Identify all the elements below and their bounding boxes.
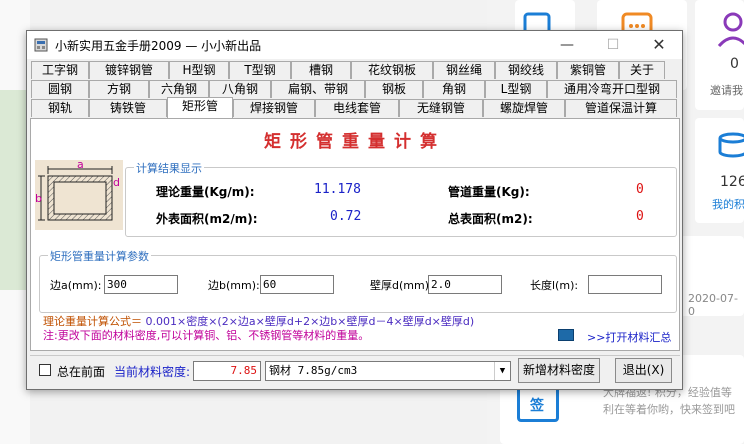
tab-flat-steel[interactable]: 扁钢、带钢 bbox=[271, 80, 365, 98]
tab-insulation-calc[interactable]: 管道保温计算 bbox=[565, 99, 677, 117]
window-title: 小新实用五金手册2009 — 小小新出品 bbox=[55, 39, 262, 53]
length-input[interactable] bbox=[588, 275, 662, 294]
side-a-input[interactable]: 300 bbox=[104, 275, 178, 294]
density-note: 注:更改下面的材料密度,可以计算铜、铝、不锈钢管等材料的重量。 bbox=[43, 329, 370, 342]
tab-octagon-steel[interactable]: 八角钢 bbox=[209, 80, 271, 98]
page-title: 矩形管重量计算 bbox=[264, 132, 446, 152]
side-a-label: 边a(mm): bbox=[50, 279, 102, 292]
tab-t-steel[interactable]: T型钢 bbox=[229, 61, 291, 79]
tab-hex-steel[interactable]: 六角钢 bbox=[149, 80, 209, 98]
exit-button[interactable]: 退出(X) bbox=[615, 358, 672, 383]
background-invite-label: 邀请我 bbox=[710, 84, 743, 97]
results-legend: 计算结果显示 bbox=[134, 160, 204, 176]
material-select-value: 钢材 7.85g/cm3 bbox=[269, 364, 358, 377]
tab-checker-plate[interactable]: 花纹钢板 bbox=[351, 61, 433, 79]
wall-thickness-input[interactable]: 2.0 bbox=[428, 275, 502, 294]
side-b-input[interactable]: 60 bbox=[260, 275, 334, 294]
tab-cold-formed-steel[interactable]: 通用冷弯开口型钢 bbox=[547, 80, 677, 98]
content-panel: 矩形管重量计算 a b d 计算结果显示 理论重量(Kg/m): 11.178 … bbox=[30, 119, 680, 351]
calculator-icon[interactable] bbox=[558, 329, 574, 341]
title-bar[interactable]: 小新实用五金手册2009 — 小小新出品 — ☐ ✕ bbox=[27, 31, 682, 59]
tab-conduit[interactable]: 电线套管 bbox=[315, 99, 399, 117]
results-group: 计算结果显示 理论重量(Kg/m): 11.178 外表面积(m2/m): 0.… bbox=[125, 160, 677, 237]
diagram-label-a: a bbox=[77, 160, 84, 171]
total-area-value: 0 bbox=[636, 209, 644, 224]
params-group: 矩形管重量计算参数 边a(mm): 300 边b(mm): 60 壁厚d(mm)… bbox=[39, 248, 677, 313]
tab-angle-steel[interactable]: 角钢 bbox=[423, 80, 485, 98]
outer-area-value: 0.72 bbox=[330, 209, 362, 224]
total-area-label: 总表面积(m2): bbox=[448, 212, 533, 226]
tab-strand[interactable]: 钢绞线 bbox=[495, 61, 557, 79]
minimize-button[interactable]: — bbox=[544, 31, 590, 59]
tab-rectangular-tube[interactable]: 矩形管 bbox=[167, 97, 233, 118]
user-icon bbox=[717, 12, 744, 48]
tab-l-steel[interactable]: L型钢 bbox=[485, 80, 547, 98]
tab-round-steel[interactable]: 圆钢 bbox=[31, 80, 89, 98]
tab-about[interactable]: 关于 bbox=[619, 61, 665, 79]
density-label: 当前材料密度: bbox=[114, 365, 191, 379]
chevron-down-icon[interactable]: ▼ bbox=[494, 362, 510, 380]
bottom-bar: 总在前面 当前材料密度: 7.85 钢材 7.85g/cm3 ▼ 新增材料密度 … bbox=[30, 355, 680, 385]
close-button[interactable]: ✕ bbox=[636, 31, 682, 59]
tab-rail[interactable]: 钢轨 bbox=[31, 99, 89, 117]
material-select[interactable]: 钢材 7.85g/cm3 ▼ bbox=[265, 361, 511, 381]
diagram-label-b: b bbox=[35, 192, 42, 205]
tab-spiral-pipe[interactable]: 螺旋焊管 bbox=[483, 99, 565, 117]
tab-channel-steel[interactable]: 槽钢 bbox=[291, 61, 351, 79]
density-input[interactable]: 7.85 bbox=[193, 361, 261, 381]
diagram-label-d: d bbox=[113, 176, 120, 189]
database-icon bbox=[718, 132, 744, 158]
tab-square-steel[interactable]: 方钢 bbox=[89, 80, 149, 98]
always-on-top-checkbox[interactable] bbox=[39, 364, 51, 376]
background-count: 0 bbox=[730, 56, 739, 72]
theoretical-weight-label: 理论重量(Kg/m): bbox=[156, 185, 255, 199]
always-on-top-label[interactable]: 总在前面 bbox=[57, 363, 105, 380]
add-density-button[interactable]: 新增材料密度 bbox=[518, 358, 600, 383]
open-summary-link[interactable]: >>打开材料汇总 bbox=[587, 329, 671, 345]
background-number: 126 bbox=[720, 174, 744, 190]
side-b-label: 边b(mm): bbox=[208, 279, 260, 292]
checkin-icon: 签 bbox=[517, 386, 559, 422]
tab-seamless-pipe[interactable]: 无缝钢管 bbox=[399, 99, 483, 117]
tab-welded-pipe[interactable]: 焊接钢管 bbox=[233, 99, 315, 117]
tab-wire-rope[interactable]: 钢丝绳 bbox=[433, 61, 495, 79]
outer-area-label: 外表面积(m2/m): bbox=[156, 212, 258, 226]
tab-i-beam[interactable]: 工字钢 bbox=[31, 61, 89, 79]
length-label: 长度l(m): bbox=[530, 279, 579, 292]
params-legend: 矩形管重量计算参数 bbox=[48, 248, 151, 264]
app-window: 小新实用五金手册2009 — 小小新出品 — ☐ ✕ 工字钢 镀锌钢管 H型钢 … bbox=[26, 30, 683, 390]
pipe-weight-value: 0 bbox=[636, 182, 644, 197]
pipe-weight-label: 管道重量(Kg): bbox=[448, 185, 530, 199]
tab-h-beam[interactable]: H型钢 bbox=[169, 61, 229, 79]
theoretical-weight-value: 11.178 bbox=[314, 182, 361, 197]
wall-thickness-label: 壁厚d(mm): bbox=[370, 279, 433, 292]
maximize-button[interactable]: ☐ bbox=[590, 31, 636, 59]
background-date: 2020-07-0 bbox=[688, 292, 738, 318]
app-icon bbox=[34, 38, 48, 52]
tab-steel-plate[interactable]: 钢板 bbox=[365, 80, 423, 98]
tab-cast-iron-pipe[interactable]: 铸铁管 bbox=[89, 99, 167, 117]
tab-galvanized-pipe[interactable]: 镀锌钢管 bbox=[89, 61, 169, 79]
rectangular-tube-diagram: a b d bbox=[35, 158, 123, 230]
tube-cross-section-icon: a b d bbox=[35, 158, 120, 221]
background-my-label: 我的积 bbox=[712, 198, 744, 211]
tab-copper-pipe[interactable]: 紫铜管 bbox=[557, 61, 619, 79]
